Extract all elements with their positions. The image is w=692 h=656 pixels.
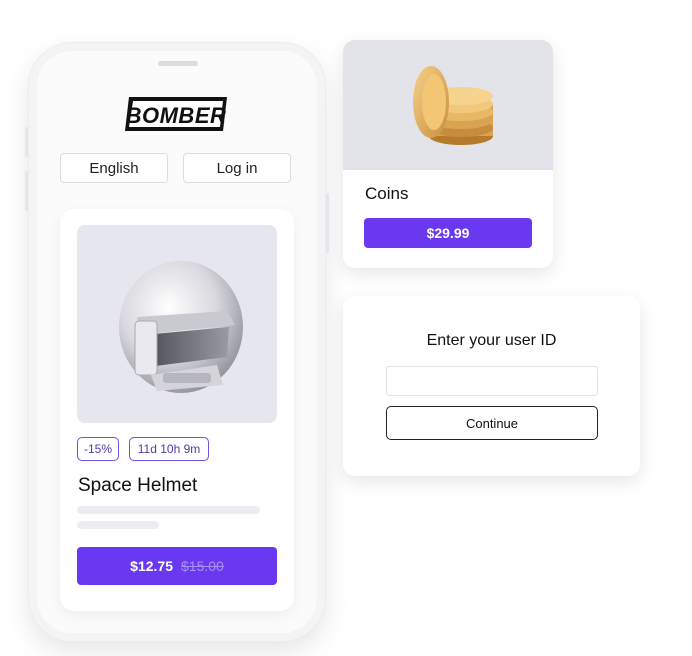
user-id-input[interactable] bbox=[386, 366, 598, 396]
coins-card[interactable]: Coins $29.99 bbox=[343, 40, 553, 268]
language-button[interactable]: English bbox=[60, 153, 168, 183]
skeleton-line bbox=[77, 506, 260, 514]
coins-title: Coins bbox=[365, 184, 409, 203]
user-id-title: Enter your user ID bbox=[426, 332, 557, 349]
phone-mockup: BOMBER English Log in -15% 11d 10h 9m Sp… bbox=[25, 42, 329, 642]
timer-badge: 11d 10h 9m bbox=[129, 437, 209, 461]
old-price: $15.00 bbox=[181, 558, 224, 574]
phone-side-button bbox=[25, 171, 28, 211]
logo-text: BOMBER bbox=[126, 103, 227, 128]
product-name: Space Helmet bbox=[78, 475, 198, 496]
space-helmet-icon bbox=[119, 261, 243, 393]
phone-speaker bbox=[158, 61, 198, 66]
bomber-logo: BOMBER bbox=[123, 95, 231, 133]
product-image bbox=[77, 225, 277, 423]
price: $12.75 bbox=[130, 558, 173, 574]
coins-buy-button[interactable]: $29.99 bbox=[364, 218, 532, 248]
login-button[interactable]: Log in bbox=[183, 153, 291, 183]
continue-button[interactable]: Continue bbox=[386, 406, 598, 440]
user-id-card: Enter your user ID Continue bbox=[343, 296, 640, 476]
phone-side-button bbox=[25, 127, 28, 157]
buy-button[interactable]: $12.75 $15.00 bbox=[77, 547, 277, 585]
product-card[interactable]: -15% 11d 10h 9m Space Helmet $12.75 $15.… bbox=[60, 209, 294, 611]
coin-stack-icon bbox=[413, 66, 493, 145]
bomber-logo-graphic: BOMBER bbox=[125, 97, 227, 131]
phone-side-button bbox=[326, 193, 329, 253]
skeleton-line bbox=[77, 521, 159, 529]
coins-image bbox=[343, 40, 553, 170]
discount-badge: -15% bbox=[77, 437, 119, 461]
